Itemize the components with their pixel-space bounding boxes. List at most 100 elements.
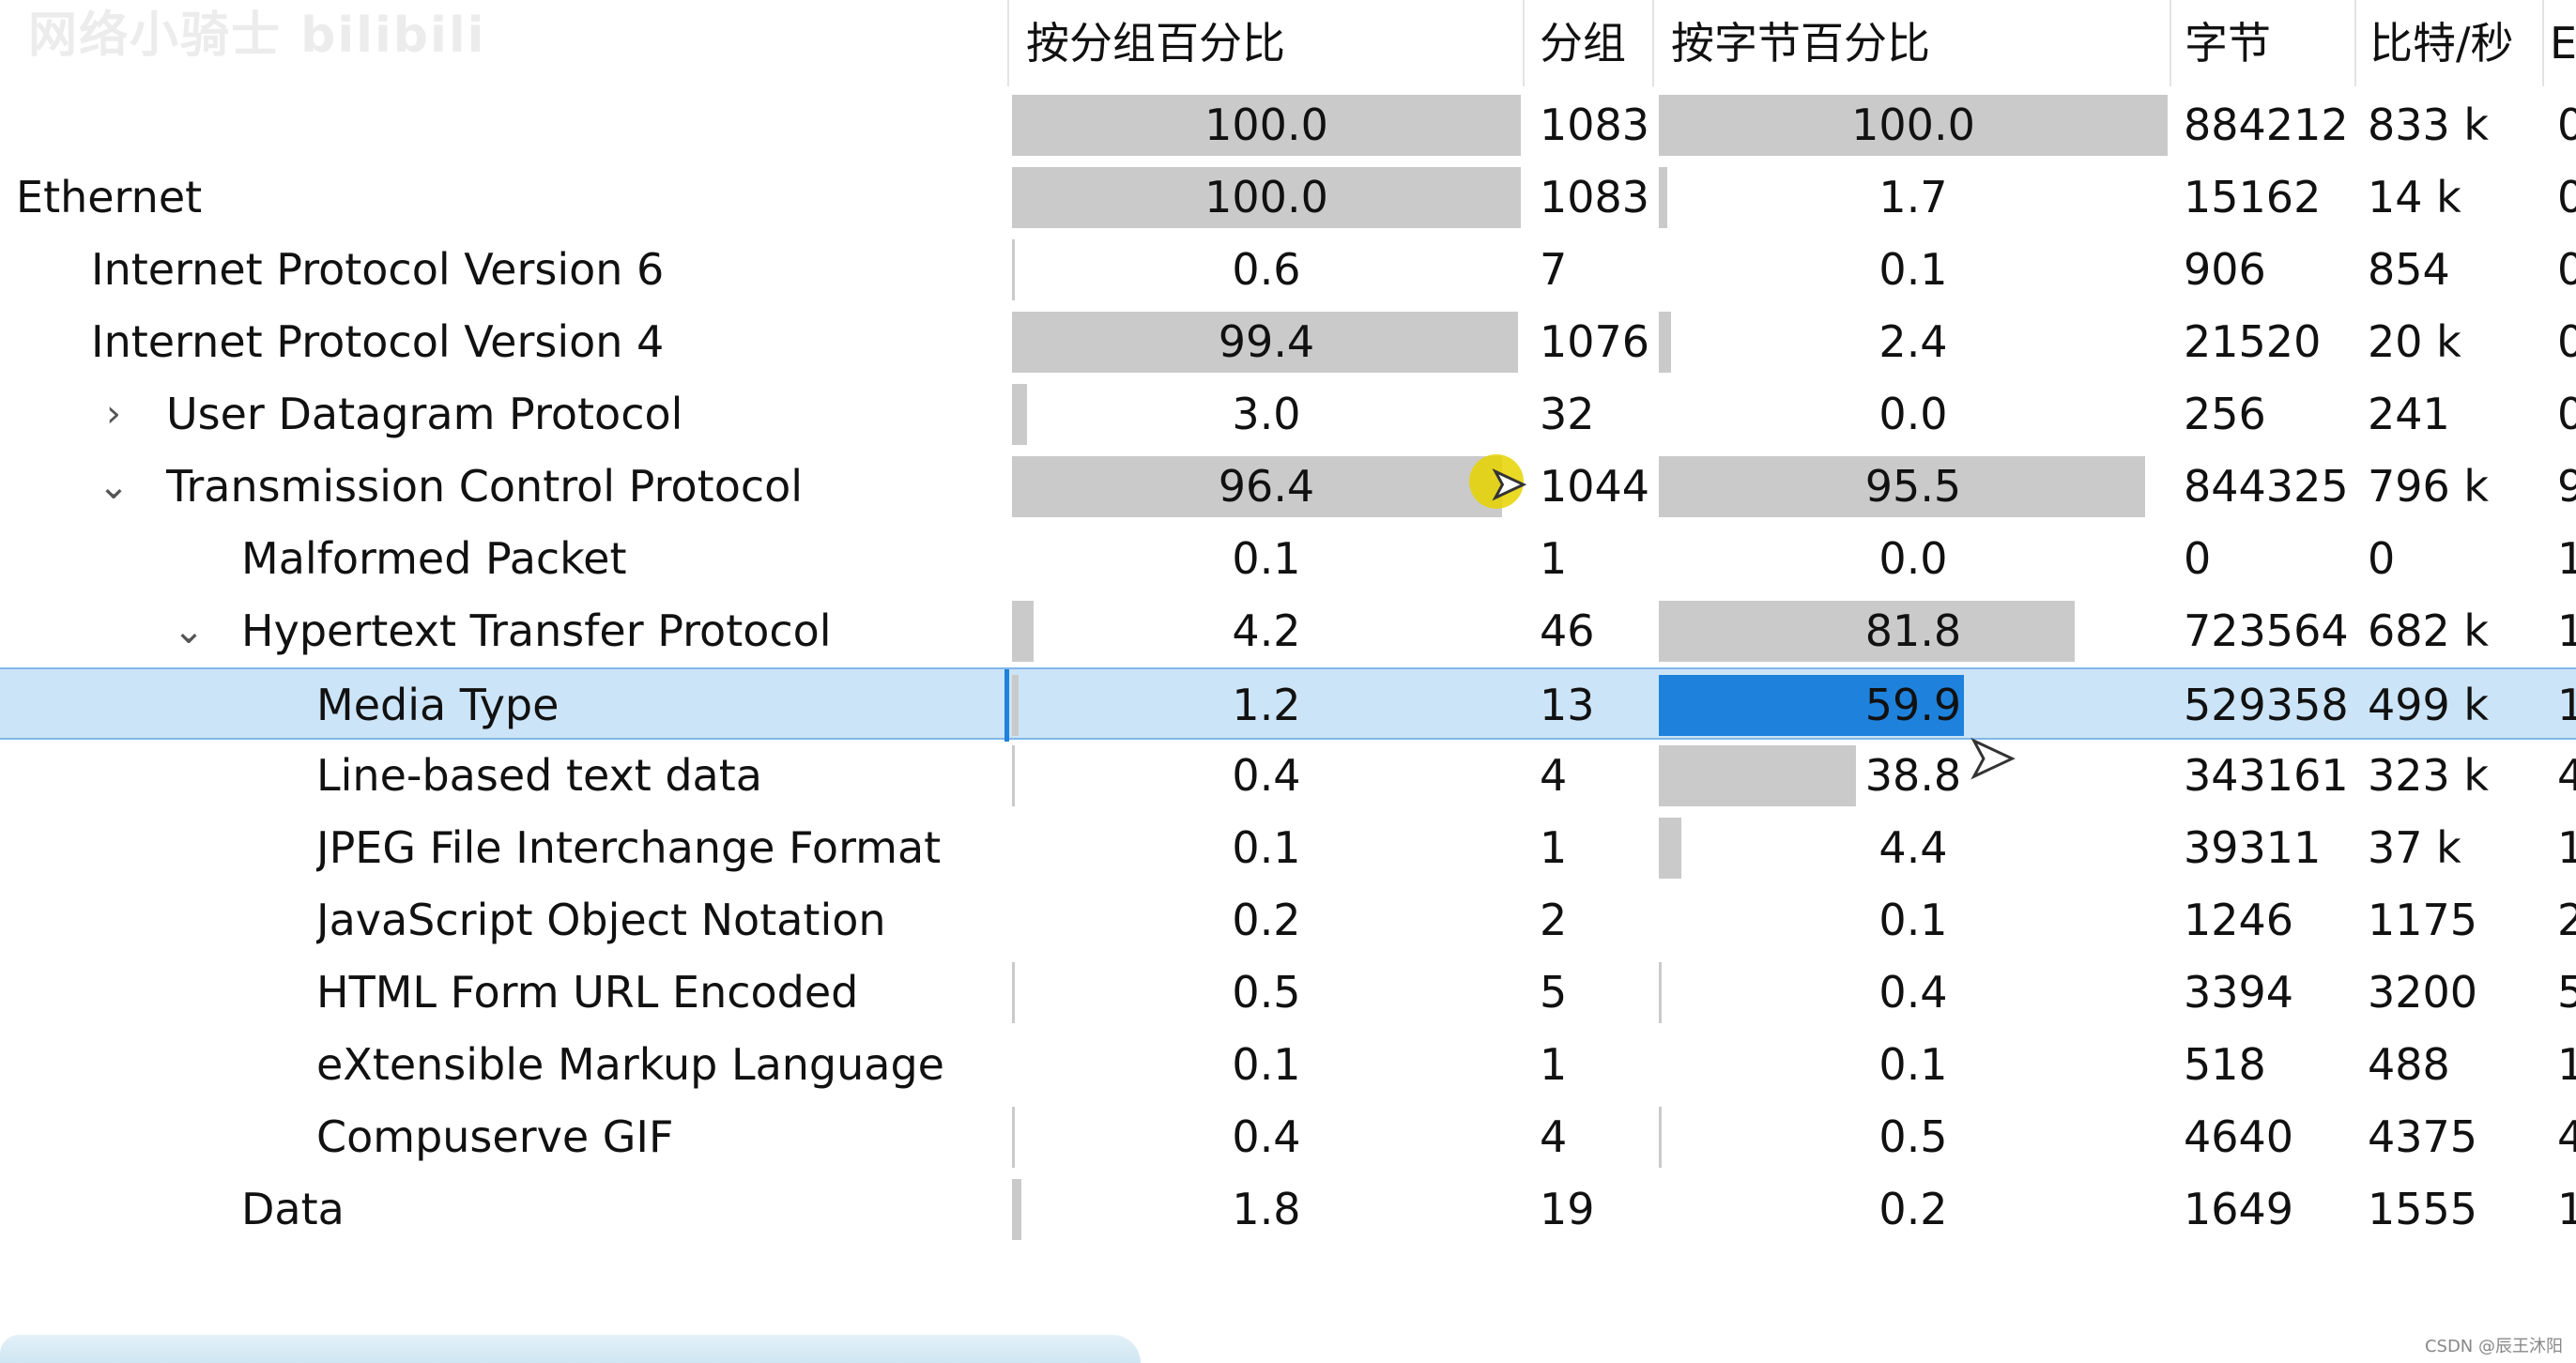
csdn-watermark: CSDN @辰王沐阳 — [2424, 1337, 2563, 1356]
packet-pct-value: 0.1 — [1232, 1039, 1301, 1090]
packets-value: 4 — [1540, 1111, 1568, 1162]
next-col-value: 0 — [2557, 244, 2576, 295]
col-protocol[interactable] — [0, 0, 1007, 86]
bytes-value: 1246 — [2184, 895, 2294, 945]
bits-per-sec-value: 0 — [2368, 533, 2396, 584]
table-row[interactable]: ⌄ Hypertext Transfer Protocol 4.2 46 81.8 723… — [0, 595, 2576, 667]
bits-per-sec-value: 14 k — [2368, 172, 2461, 222]
bytes-value: 884212 — [2184, 100, 2349, 150]
packets-value: 19 — [1540, 1184, 1595, 1234]
byte-pct-value: 0.0 — [1878, 533, 1948, 584]
packets-value: 13 — [1540, 680, 1595, 730]
table-row[interactable]: ⌄ Transmission Control Protocol 96.4 1044 95… — [0, 451, 2576, 523]
next-col-value: 0 — [2557, 172, 2576, 222]
protocol-label: JavaScript Object Notation — [316, 895, 886, 945]
protocol-label: Transmission Control Protocol — [166, 461, 804, 512]
table-row[interactable]: Ethernet 100.0 1083 1.7 15162 14 k 0 — [0, 161, 2576, 234]
next-col-value: 1 — [2557, 1184, 2576, 1234]
protocol-label: Media Type — [305, 669, 1009, 742]
packets-value: 4 — [1540, 750, 1568, 801]
protocol-label: Hypertext Transfer Protocol — [241, 605, 832, 656]
bytes-value: 906 — [2184, 244, 2266, 295]
table-row[interactable]: Compuserve GIF 0.4 4 0.5 4640 4375 4 — [0, 1101, 2576, 1173]
table-row[interactable]: Media Type 1.2 13 59.9 529358 499 k 1 — [0, 667, 2576, 742]
next-col-value: 4 — [2557, 750, 2576, 801]
mouse-pointer-icon: ➤ — [1966, 724, 2016, 792]
chevron-down-icon[interactable]: ⌄ — [95, 451, 132, 523]
next-col-value: 1 — [2557, 1039, 2576, 1090]
next-col-value: 1 — [2557, 605, 2576, 656]
table-row[interactable]: Line-based text data 0.4 4 38.8 343161 323 k 4 — [0, 740, 2576, 812]
packets-value: 1 — [1540, 1039, 1568, 1090]
protocol-label: Ethernet — [16, 172, 203, 222]
chevron-down-icon[interactable]: ⌄ — [170, 595, 207, 667]
bytes-value: 4640 — [2184, 1111, 2294, 1162]
protocol-label: Malformed Packet — [241, 533, 627, 584]
protocol-label — [0, 89, 1009, 161]
next-col-value: 0 — [2557, 316, 2576, 367]
packet-pct-value: 0.1 — [1232, 533, 1301, 584]
table-row[interactable]: 100.0 1083 100.0 884212 833 k 0 — [0, 89, 2576, 161]
col-bytes[interactable]: 字节 — [2170, 0, 2354, 86]
table-row[interactable]: HTML Form URL Encoded 0.5 5 0.4 3394 3200 5 — [0, 957, 2576, 1029]
next-col-value: 5 — [2557, 967, 2576, 1018]
byte-pct-value: 100.0 — [1851, 100, 1975, 150]
packet-pct-value: 0.4 — [1232, 1111, 1301, 1162]
table-row[interactable]: Malformed Packet 0.1 1 0.0 0 0 1 — [0, 523, 2576, 595]
bytes-value: 3394 — [2184, 967, 2294, 1018]
table-row[interactable]: eXtensible Markup Language 0.1 1 0.1 518 488 1 — [0, 1029, 2576, 1101]
bytes-value: 518 — [2184, 1039, 2266, 1090]
bits-per-sec-value: 323 k — [2368, 750, 2490, 801]
bytes-value: 844325 — [2184, 461, 2349, 512]
protocol-label: Internet Protocol Version 4 — [91, 316, 665, 367]
protocol-label: Line-based text data — [316, 750, 762, 801]
table-row[interactable]: Internet Protocol Version 4 99.4 1076 2.4 21… — [0, 306, 2576, 378]
bits-per-sec-value: 854 — [2368, 244, 2450, 295]
next-col-value: 1 — [2557, 533, 2576, 584]
table-row[interactable]: JavaScript Object Notation 0.2 2 0.1 1246 117… — [0, 884, 2576, 957]
protocol-label: User Datagram Protocol — [166, 389, 683, 439]
packet-pct-value: 0.1 — [1232, 822, 1301, 873]
bits-per-sec-value: 241 — [2368, 389, 2450, 439]
protocol-label: eXtensible Markup Language — [316, 1039, 944, 1090]
byte-pct-value: 0.0 — [1878, 389, 1948, 439]
bytes-value: 723564 — [2184, 605, 2349, 656]
bits-per-sec-value: 37 k — [2368, 822, 2461, 873]
packet-pct-value: 3.0 — [1232, 389, 1301, 439]
next-col-value: 1 — [2557, 680, 2576, 730]
byte-pct-value: 59.9 — [1864, 680, 1962, 730]
packet-pct-value: 0.5 — [1232, 967, 1301, 1018]
col-packets[interactable]: 分组 — [1523, 0, 1654, 86]
table-row[interactable]: › User Datagram Protocol 3.0 32 0.0 256 241 0 — [0, 378, 2576, 451]
bits-per-sec-value: 682 k — [2368, 605, 2490, 656]
byte-pct-value: 0.1 — [1878, 895, 1948, 945]
packet-pct-value: 1.2 — [1232, 680, 1301, 730]
packets-value: 7 — [1540, 244, 1568, 295]
bits-per-sec-value: 499 k — [2368, 680, 2490, 730]
col-next[interactable]: E — [2542, 0, 2576, 86]
packets-value: 1 — [1540, 822, 1568, 873]
chevron-right-icon[interactable]: › — [95, 378, 132, 451]
packet-pct-value: 0.4 — [1232, 750, 1301, 801]
packet-pct-value: 1.8 — [1232, 1184, 1301, 1234]
packets-value: 1044 — [1540, 461, 1650, 512]
table-row[interactable]: Data 1.8 19 0.2 1649 1555 1 — [0, 1173, 2576, 1246]
packet-pct-value: 100.0 — [1204, 100, 1328, 150]
byte-pct-value: 4.4 — [1878, 822, 1948, 873]
byte-pct-value: 0.1 — [1878, 1039, 1948, 1090]
bits-per-sec-value: 3200 — [2368, 967, 2478, 1018]
table-row[interactable]: Internet Protocol Version 6 0.6 7 0.1 906 854… — [0, 234, 2576, 306]
mouse-pointer-icon: ➤ — [1490, 459, 1527, 510]
col-byte-pct[interactable]: 按字节百分比 — [1652, 0, 2170, 86]
packets-value: 1083 — [1540, 100, 1650, 150]
next-col-value: 4 — [2557, 1111, 2576, 1162]
col-packet-pct[interactable]: 按分组百分比 — [1007, 0, 1525, 86]
col-bits-per-sec[interactable]: 比特/秒 — [2354, 0, 2542, 86]
packets-value: 2 — [1540, 895, 1568, 945]
bytes-value: 529358 — [2184, 680, 2349, 730]
table-row[interactable]: JPEG File Interchange Format 0.1 1 4.4 39311… — [0, 812, 2576, 884]
protocol-label: JPEG File Interchange Format — [316, 822, 942, 873]
bits-per-sec-value: 1555 — [2368, 1184, 2478, 1234]
bytes-value: 39311 — [2184, 822, 2322, 873]
packet-pct-value: 99.4 — [1218, 316, 1315, 367]
